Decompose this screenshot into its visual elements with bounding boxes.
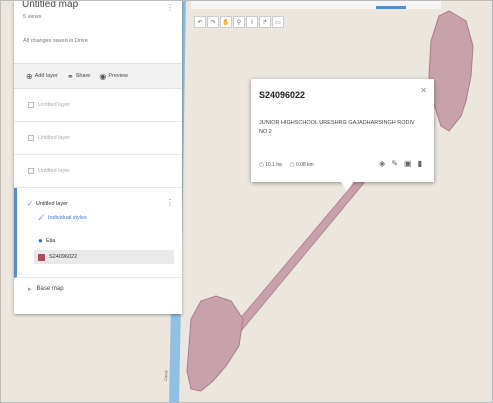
popup-description: JUNIOR HIGHSCHOOL URESHRG GAJADHARSINGH … [259, 120, 415, 135]
views-count: 5 views [23, 14, 42, 20]
preview-icon: ◉ [99, 71, 107, 81]
base-map-row[interactable]: ▸ Base map [14, 278, 182, 300]
style-icon[interactable]: ◈ [379, 159, 385, 168]
delete-icon[interactable]: ▮ [418, 159, 422, 168]
layer-label: Untitled layer [38, 102, 71, 108]
more-vert-icon[interactable]: ⋮ [166, 3, 174, 12]
layer-label: Untitled layer [38, 135, 71, 141]
length-measure: ▢ 0.08 km [289, 162, 314, 168]
individual-styles-link[interactable]: 🖌 Individual styles [38, 215, 87, 221]
add-layer-icon: ⊕ [26, 71, 33, 81]
share-button[interactable]: ⚭ Share [67, 72, 90, 81]
layer-checkbox[interactable] [28, 135, 34, 141]
preview-label: Preview [108, 73, 128, 79]
undo-icon[interactable]: ↶ [194, 16, 206, 28]
route-icon[interactable]: ↱ [259, 16, 271, 28]
base-map-label: Base map [36, 286, 64, 292]
length-value: 0.08 km [295, 162, 314, 168]
line-icon[interactable]: ⌇ [246, 16, 258, 28]
active-layer-label: Untitled layer [35, 201, 68, 207]
photo-icon[interactable]: ▣ [404, 159, 412, 168]
map-top-bar-accent [376, 6, 406, 9]
feature-label: Etia [45, 237, 56, 244]
close-icon[interactable]: ✕ [420, 86, 427, 95]
layer-row[interactable]: Untitled layer [14, 155, 182, 188]
style-link-label: Individual styles [47, 215, 87, 221]
feature-item[interactable]: ● Etia [38, 236, 55, 245]
feature-popup: S24096022 ✕ JUNIOR HIGHSCHOOL URESHRG GA… [251, 79, 434, 182]
preview-button[interactable]: ◉ Preview [99, 72, 128, 81]
feature-label: S24096022 [49, 254, 78, 260]
panel-actions: ⊕ Add layer ⚭ Share ◉ Preview [14, 63, 182, 89]
map-title[interactable]: Untitled map [22, 1, 78, 10]
panel-header: Untitled map ⋮ 5 views All changes saved… [14, 1, 182, 63]
active-layer-title[interactable]: ✓ Untitled layer [27, 200, 68, 208]
paint-roller-icon: 🖌 [38, 215, 45, 221]
hand-icon[interactable]: ✋ [220, 16, 232, 28]
layer-row[interactable]: Untitled layer [14, 89, 182, 122]
save-status: All changes saved in Drive [23, 38, 88, 44]
area-value: 10.1 ha [265, 162, 282, 168]
active-layer[interactable]: ✓ Untitled layer ⋮ 🖌 Individual styles ●… [14, 188, 182, 278]
add-layer-button[interactable]: ⊕ Add layer [26, 72, 58, 81]
feature-item-selected[interactable]: S24096022 [34, 250, 174, 264]
layer-checkbox[interactable] [28, 102, 34, 108]
ruler-icon[interactable]: ▭ [272, 16, 284, 28]
popup-pointer [341, 182, 353, 191]
area-measure: ▢ 10.1 ha [259, 162, 282, 168]
river-label: Canal [163, 370, 168, 381]
layer-row[interactable]: Untitled layer [14, 122, 182, 155]
map-toolbar: ↶ ↷ ✋ ⚲ ⌇ ↱ ▭ [194, 16, 284, 28]
map-frame: Canal Untitled map ⋮ 5 views All changes… [0, 0, 493, 403]
redo-icon[interactable]: ↷ [207, 16, 219, 28]
edit-icon[interactable]: ✎ [391, 159, 398, 168]
popup-measurements: ▢ 10.1 ha ▢ 0.08 km [259, 162, 314, 168]
layer-options-icon[interactable]: ⋮ [166, 198, 174, 207]
share-label: Share [75, 73, 91, 79]
marker-icon[interactable]: ⚲ [233, 16, 245, 28]
add-layer-label: Add layer [34, 73, 58, 79]
layer-label: Untitled layer [38, 168, 71, 174]
checkmark-icon[interactable]: ✓ [27, 200, 33, 208]
polygon-icon [38, 253, 45, 261]
layers-panel: Untitled map ⋮ 5 views All changes saved… [14, 1, 182, 314]
popup-title: S24096022 [259, 90, 306, 100]
share-icon: ⚭ [66, 71, 74, 81]
layer-checkbox[interactable] [28, 168, 34, 174]
expand-icon[interactable]: ▸ [28, 285, 32, 293]
pin-icon: ● [38, 236, 43, 245]
popup-tools: ◈ ✎ ▣ ▮ [379, 159, 422, 168]
